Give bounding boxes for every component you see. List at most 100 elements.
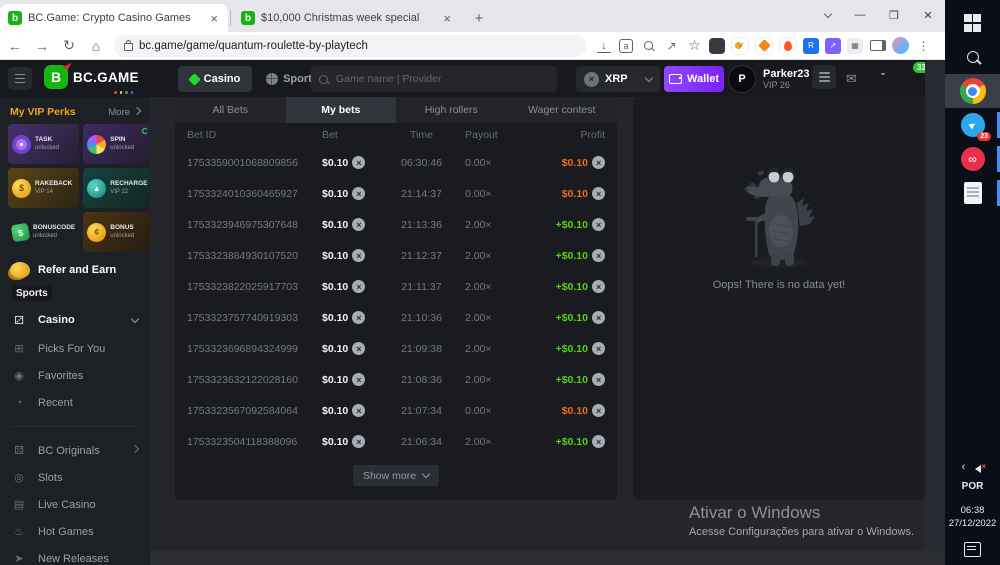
taskbar-notepad-icon[interactable] — [945, 176, 1000, 210]
bcgame-logo[interactable]: B BC.GAME — [44, 65, 139, 89]
spin-timer-icon: C — [142, 127, 148, 136]
taskbar-search-icon[interactable] — [945, 40, 1000, 74]
taskbar-red-app-icon[interactable]: ∞ — [945, 142, 1000, 176]
tab-search-chevron-icon[interactable] — [813, 0, 843, 30]
back-icon[interactable]: ← — [3, 34, 27, 58]
refer-and-earn-link[interactable]: Refer and Earn — [0, 252, 150, 282]
vip-perk-recharge[interactable]: ▲RECHARGEVIP 22 — [83, 168, 150, 208]
window-restore-button[interactable]: ❐ — [877, 0, 911, 30]
bets-tab-all-bets[interactable]: All Bets — [175, 97, 286, 123]
vip-level: VIP 26 — [763, 80, 810, 91]
perk-text: TASKunlocked — [35, 136, 59, 152]
language-indicator[interactable]: POR — [945, 481, 1000, 492]
scrollbar-gutter[interactable] — [925, 60, 945, 565]
browser-profile-avatar[interactable] — [890, 35, 911, 56]
vip-rank-icon[interactable] — [812, 65, 836, 89]
sidebar-item-picks-for-you[interactable]: ⊞Picks For You — [0, 335, 150, 362]
bet-id[interactable]: 1753323757740919303 — [187, 312, 322, 324]
new-tab-button[interactable]: + — [467, 6, 491, 30]
sidebar-toggle-icon[interactable] — [867, 35, 888, 56]
browser-tab-christmas[interactable]: b $10,000 Christmas week special × — [233, 4, 461, 32]
ext-profile-check-icon[interactable]: ✓ — [731, 37, 749, 55]
bets-tab-wager-contest[interactable]: Wager contest — [507, 97, 618, 123]
sidebar-item-hot-games[interactable]: ♨Hot Games — [0, 518, 150, 545]
vip-perk-bonuscode[interactable]: $BONUSCODEunlocked — [8, 212, 79, 252]
tab-close-icon[interactable]: × — [441, 12, 453, 25]
vip-perk-task[interactable]: TASKunlocked — [8, 124, 79, 164]
hidden-icons-chevron[interactable]: ‹ — [962, 461, 966, 473]
tab-title: BC.Game: Crypto Casino Games — [28, 12, 202, 24]
taskbar-telegram-icon[interactable]: ► 23 — [945, 108, 1000, 142]
window-close-button[interactable]: ✕ — [911, 0, 945, 30]
piggy-icon: $ — [12, 179, 31, 198]
vip-perk-spin[interactable]: SPINunlockedC — [83, 124, 150, 164]
sidebar-item-new-releases[interactable]: ➤New Releases — [0, 545, 150, 565]
bet-id[interactable]: 1753324010360465927 — [187, 188, 322, 200]
bet-id[interactable]: 1753323632122028160 — [187, 374, 322, 386]
game-search-input[interactable] — [334, 72, 538, 86]
wallet-button[interactable]: Wallet — [664, 66, 724, 92]
sidebar-item-bc-originals[interactable]: ⚄BC Originals — [0, 437, 150, 464]
save-download-icon[interactable]: ↓ — [597, 38, 611, 53]
taskbar-clock[interactable]: 06:38 27/12/2022 — [945, 504, 1000, 530]
sidebar-item-recent[interactable]: ◔Recent — [0, 389, 150, 416]
ext-flame-icon[interactable] — [779, 37, 797, 55]
table-row: 1753323946975307648$0.10×21:13:362.00×+$… — [175, 209, 617, 240]
browser-tab-bcgame[interactable]: b BC.Game: Crypto Casino Games × — [0, 4, 228, 32]
currency-selector[interactable]: × XRP — [576, 66, 660, 92]
reload-icon[interactable]: ↻ — [57, 34, 81, 58]
zoom-icon[interactable] — [638, 35, 659, 56]
vip-perks-more-link[interactable]: More — [108, 107, 140, 118]
bet-id[interactable]: 1753323884930107520 — [187, 250, 322, 262]
url-text[interactable]: bc.game/game/quantum-roulette-by-playtec… — [139, 40, 368, 52]
hamburger-menu-icon[interactable] — [8, 67, 32, 90]
volume-muted-icon[interactable] — [975, 463, 983, 471]
user-avatar[interactable]: P — [728, 65, 756, 93]
bets-tab-high-rollers[interactable]: High rollers — [396, 97, 507, 123]
ext-purple-cursor-icon[interactable]: ↗ — [825, 38, 841, 54]
bookmark-star-icon[interactable]: ☆ — [684, 35, 705, 56]
game-search-bar[interactable] — [311, 66, 557, 92]
bet-payout: 2.00× — [459, 343, 529, 355]
rocket-icon: ▲ — [87, 179, 106, 198]
bet-id[interactable]: 1753323504118388096 — [187, 436, 322, 448]
window-minimize-button[interactable]: — — [843, 0, 877, 30]
bet-profit: +$0.10× — [529, 342, 605, 355]
bet-id[interactable]: 1753359001068809856 — [187, 157, 322, 169]
show-more-button[interactable]: Show more — [353, 465, 439, 486]
chevron-down-icon — [422, 470, 430, 478]
sidebar-item-favorites[interactable]: ◉Favorites — [0, 362, 150, 389]
action-center-icon[interactable] — [964, 542, 981, 557]
ext-dark-icon[interactable] — [709, 38, 725, 54]
vip-perk-bonus[interactable]: ¢BONUSunlocked — [83, 212, 150, 252]
crocodile-mascot-illustration — [731, 159, 827, 271]
bet-id[interactable]: 1753323696894324999 — [187, 343, 322, 355]
translate-icon[interactable]: a — [619, 39, 633, 53]
vip-perk-rakeback[interactable]: $RAKEBACKVIP 14 — [8, 168, 79, 208]
bet-id[interactable]: 1753323946975307648 — [187, 219, 322, 231]
ext-shield-icon[interactable]: R — [803, 38, 819, 54]
user-profile[interactable]: P Parker23 VIP 26 — [728, 65, 810, 93]
taskbar-chrome-icon[interactable] — [945, 74, 1000, 108]
address-bar[interactable]: bc.game/game/quantum-roulette-by-playtec… — [114, 35, 586, 57]
browser-menu-kebab-icon[interactable]: ⋮ — [913, 35, 934, 56]
bet-profit: $0.10× — [529, 404, 605, 417]
home-icon[interactable]: ⌂ — [84, 34, 108, 58]
start-button[interactable] — [945, 6, 1000, 40]
bet-id[interactable]: 1753323822025917703 — [187, 281, 322, 293]
perk-text: RECHARGEVIP 22 — [110, 180, 147, 196]
forward-icon[interactable]: → — [30, 34, 54, 58]
sidebar-item-live-casino[interactable]: ▤Live Casino — [0, 491, 150, 518]
bets-tab-my-bets[interactable]: My bets — [286, 97, 397, 123]
bet-id[interactable]: 1753323567092584064 — [187, 405, 322, 417]
live-casino-icon: ▤ — [12, 498, 26, 511]
nav-tab-casino[interactable]: Casino — [178, 66, 252, 92]
mail-icon[interactable]: ✉ — [846, 71, 857, 87]
tab-close-icon[interactable]: × — [208, 12, 220, 25]
sidebar-item-slots[interactable]: ◎Slots — [0, 464, 150, 491]
extensions-puzzle-icon[interactable]: ▦ — [847, 38, 863, 54]
sidebar-item-casino[interactable]: ⚂ Casino — [0, 305, 150, 335]
share-icon[interactable]: ↗ — [661, 35, 682, 56]
lock-icon[interactable] — [124, 43, 133, 51]
metamask-icon[interactable] — [755, 37, 773, 55]
